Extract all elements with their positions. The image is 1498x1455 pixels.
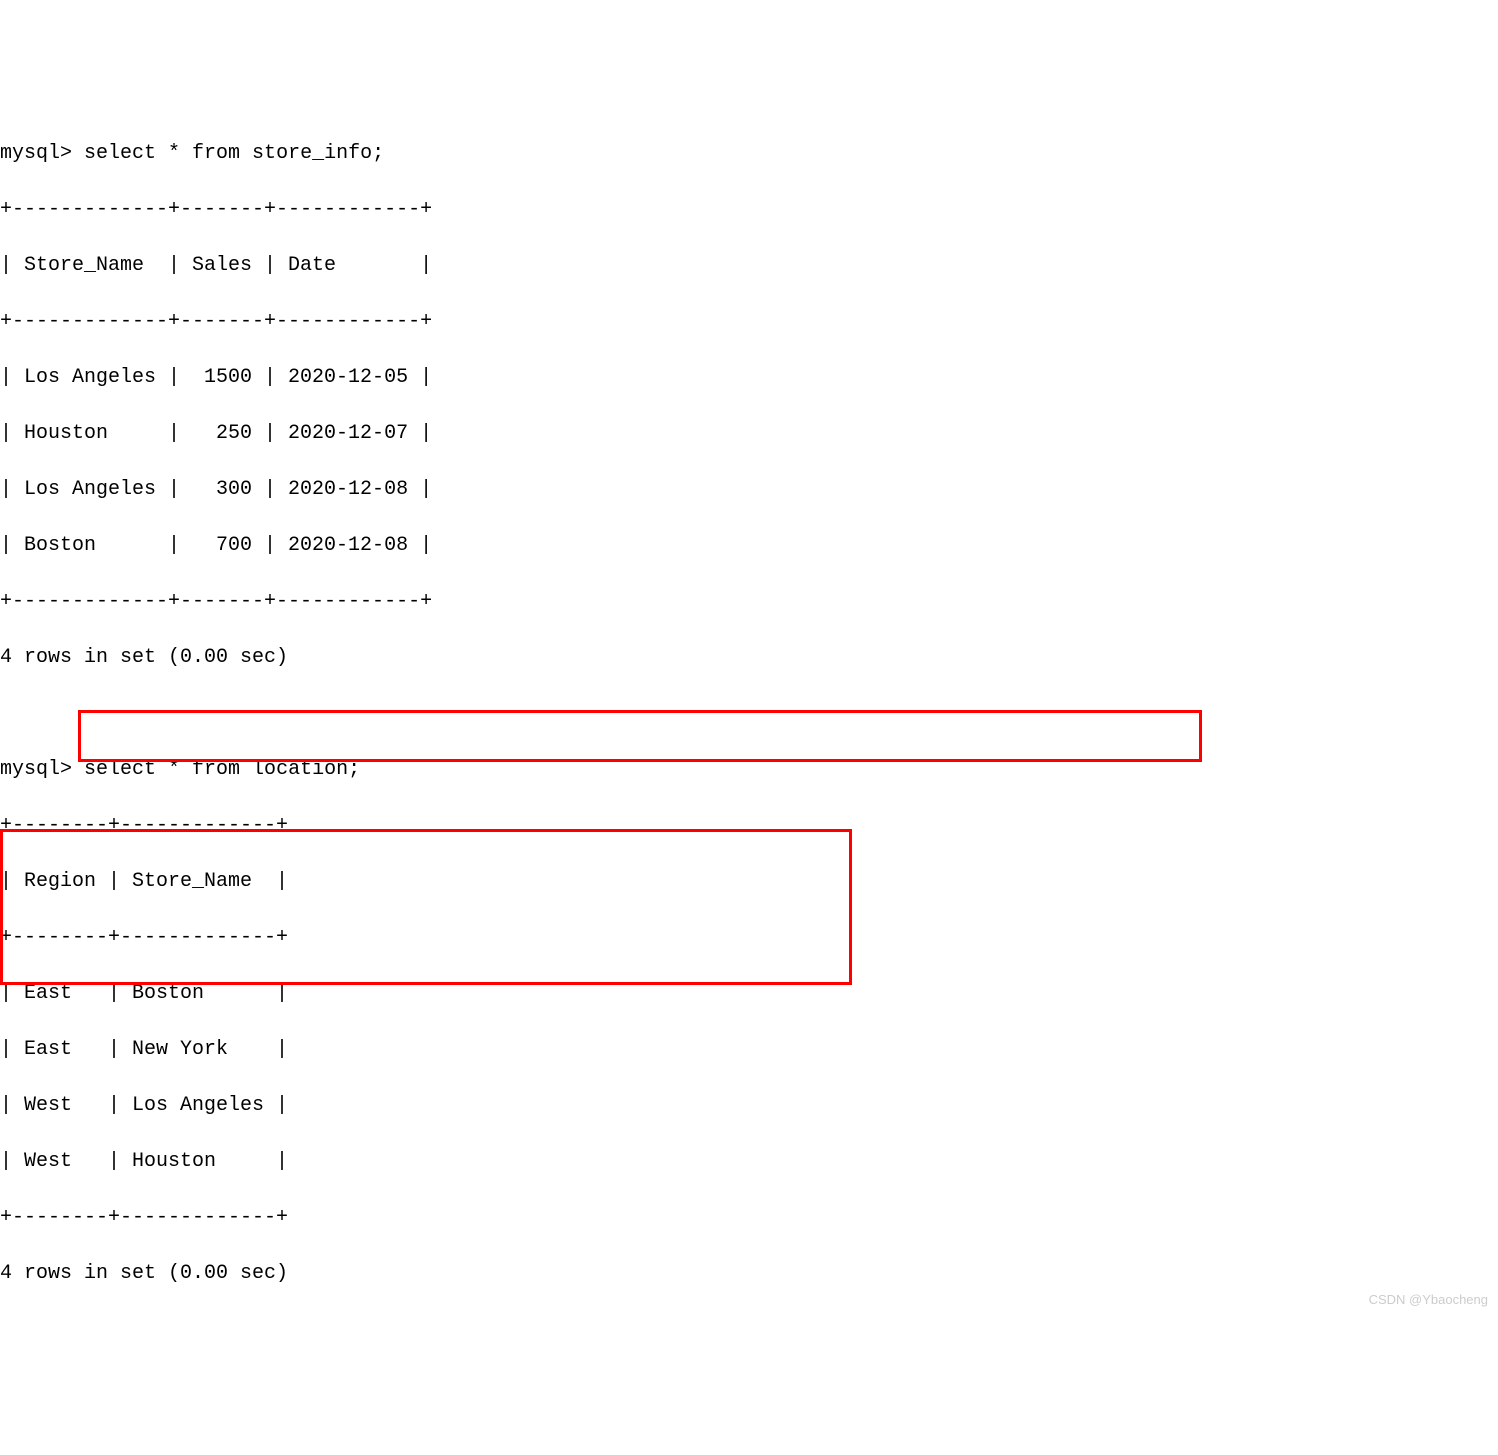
table-row: | Boston | 700 | 2020-12-08 |: [0, 532, 1498, 560]
prompt: mysql>: [0, 142, 72, 165]
terminal-output: mysql> select * from store_info; +------…: [0, 112, 1498, 1315]
query-line-1: mysql> select * from store_info;: [0, 140, 1498, 168]
table-row: | Houston | 250 | 2020-12-07 |: [0, 420, 1498, 448]
highlight-box-result: [0, 829, 852, 985]
table-row: | East | New York |: [0, 1036, 1498, 1064]
prompt: mysql>: [0, 758, 72, 781]
table-header: | Store_Name | Sales | Date |: [0, 252, 1498, 280]
sql-query-1: select * from store_info;: [84, 142, 384, 165]
table-row: | West | Houston |: [0, 1148, 1498, 1176]
table-border: +-------------+-------+------------+: [0, 588, 1498, 616]
table-border: +-------------+-------+------------+: [0, 308, 1498, 336]
table-border: +--------+-------------+: [0, 812, 1498, 840]
table-border: +--------+-------------+: [0, 1204, 1498, 1232]
status-text: 4 rows in set (0.00 sec): [0, 1260, 1498, 1288]
table-row: | Los Angeles | 300 | 2020-12-08 |: [0, 476, 1498, 504]
watermark-text: CSDN @Ybaocheng: [1369, 1291, 1488, 1309]
status-text: 4 rows in set (0.00 sec): [0, 644, 1498, 672]
table-border: +--------+-------------+: [0, 924, 1498, 952]
blank-line: [0, 700, 1498, 728]
query-line-2: mysql> select * from location;: [0, 756, 1498, 784]
table-border: +-------------+-------+------------+: [0, 196, 1498, 224]
table-row: | East | Boston |: [0, 980, 1498, 1008]
table-row: | Los Angeles | 1500 | 2020-12-05 |: [0, 364, 1498, 392]
sql-query-2: select * from location;: [84, 758, 360, 781]
table-header: | Region | Store_Name |: [0, 868, 1498, 896]
table-row: | West | Los Angeles |: [0, 1092, 1498, 1120]
